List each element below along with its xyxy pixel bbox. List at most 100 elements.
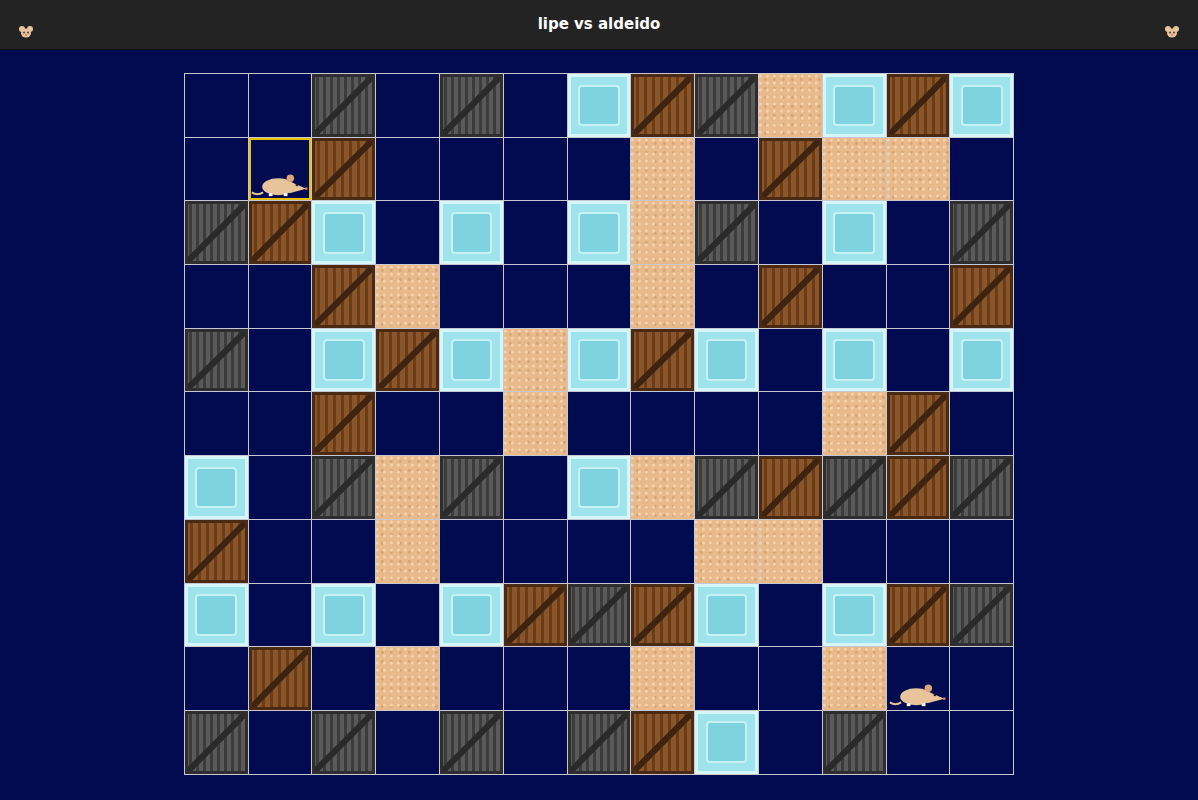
wood-cell[interactable] bbox=[887, 392, 950, 455]
empty-cell[interactable] bbox=[759, 201, 822, 264]
empty-cell[interactable] bbox=[376, 138, 439, 201]
steel-cell[interactable] bbox=[440, 456, 503, 519]
ice-cell[interactable] bbox=[185, 456, 248, 519]
steel-cell[interactable] bbox=[568, 711, 631, 774]
steel-cell[interactable] bbox=[695, 456, 758, 519]
sand-cell[interactable] bbox=[631, 201, 694, 264]
ice-cell[interactable] bbox=[695, 329, 758, 392]
wood-cell[interactable] bbox=[759, 456, 822, 519]
empty-cell[interactable] bbox=[312, 647, 375, 710]
steel-cell[interactable] bbox=[950, 456, 1013, 519]
empty-cell[interactable] bbox=[950, 138, 1013, 201]
ice-cell[interactable] bbox=[568, 329, 631, 392]
sand-cell[interactable] bbox=[759, 520, 822, 583]
ice-cell[interactable] bbox=[440, 329, 503, 392]
rat-cell[interactable] bbox=[887, 647, 950, 710]
empty-cell[interactable] bbox=[568, 392, 631, 455]
ice-cell[interactable] bbox=[312, 201, 375, 264]
sand-cell[interactable] bbox=[631, 647, 694, 710]
empty-cell[interactable] bbox=[887, 520, 950, 583]
sand-cell[interactable] bbox=[759, 74, 822, 137]
empty-cell[interactable] bbox=[568, 138, 631, 201]
empty-cell[interactable] bbox=[631, 392, 694, 455]
steel-cell[interactable] bbox=[823, 456, 886, 519]
sand-cell[interactable] bbox=[823, 392, 886, 455]
wood-cell[interactable] bbox=[249, 647, 312, 710]
empty-cell[interactable] bbox=[249, 74, 312, 137]
empty-cell[interactable] bbox=[440, 392, 503, 455]
ice-cell[interactable] bbox=[312, 329, 375, 392]
empty-cell[interactable] bbox=[249, 456, 312, 519]
empty-cell[interactable] bbox=[504, 74, 567, 137]
wood-cell[interactable] bbox=[504, 584, 567, 647]
empty-cell[interactable] bbox=[504, 520, 567, 583]
empty-cell[interactable] bbox=[504, 647, 567, 710]
ice-cell[interactable] bbox=[823, 584, 886, 647]
sand-cell[interactable] bbox=[631, 138, 694, 201]
empty-cell[interactable] bbox=[376, 584, 439, 647]
empty-cell[interactable] bbox=[759, 329, 822, 392]
sand-cell[interactable] bbox=[823, 138, 886, 201]
wood-cell[interactable] bbox=[185, 520, 248, 583]
empty-cell[interactable] bbox=[823, 520, 886, 583]
ice-cell[interactable] bbox=[695, 584, 758, 647]
empty-cell[interactable] bbox=[249, 711, 312, 774]
empty-cell[interactable] bbox=[376, 201, 439, 264]
empty-cell[interactable] bbox=[759, 647, 822, 710]
wood-cell[interactable] bbox=[759, 265, 822, 328]
steel-cell[interactable] bbox=[950, 584, 1013, 647]
empty-cell[interactable] bbox=[950, 520, 1013, 583]
empty-cell[interactable] bbox=[504, 456, 567, 519]
sand-cell[interactable] bbox=[695, 520, 758, 583]
ice-cell[interactable] bbox=[568, 74, 631, 137]
empty-cell[interactable] bbox=[440, 265, 503, 328]
wood-cell[interactable] bbox=[312, 138, 375, 201]
steel-cell[interactable] bbox=[185, 329, 248, 392]
empty-cell[interactable] bbox=[185, 265, 248, 328]
sand-cell[interactable] bbox=[376, 456, 439, 519]
wood-cell[interactable] bbox=[631, 711, 694, 774]
steel-cell[interactable] bbox=[568, 584, 631, 647]
empty-cell[interactable] bbox=[695, 265, 758, 328]
steel-cell[interactable] bbox=[440, 74, 503, 137]
empty-cell[interactable] bbox=[887, 265, 950, 328]
wood-cell[interactable] bbox=[249, 201, 312, 264]
empty-cell[interactable] bbox=[185, 647, 248, 710]
empty-cell[interactable] bbox=[504, 265, 567, 328]
empty-cell[interactable] bbox=[887, 329, 950, 392]
ice-cell[interactable] bbox=[185, 584, 248, 647]
sand-cell[interactable] bbox=[504, 392, 567, 455]
empty-cell[interactable] bbox=[695, 138, 758, 201]
ice-cell[interactable] bbox=[568, 456, 631, 519]
wood-cell[interactable] bbox=[312, 392, 375, 455]
empty-cell[interactable] bbox=[185, 138, 248, 201]
ice-cell[interactable] bbox=[568, 201, 631, 264]
empty-cell[interactable] bbox=[759, 392, 822, 455]
steel-cell[interactable] bbox=[312, 456, 375, 519]
wood-cell[interactable] bbox=[887, 74, 950, 137]
empty-cell[interactable] bbox=[312, 520, 375, 583]
empty-cell[interactable] bbox=[504, 138, 567, 201]
empty-cell[interactable] bbox=[249, 265, 312, 328]
empty-cell[interactable] bbox=[759, 711, 822, 774]
wood-cell[interactable] bbox=[312, 265, 375, 328]
sand-cell[interactable] bbox=[887, 138, 950, 201]
ice-cell[interactable] bbox=[440, 201, 503, 264]
steel-cell[interactable] bbox=[695, 74, 758, 137]
empty-cell[interactable] bbox=[568, 520, 631, 583]
steel-cell[interactable] bbox=[695, 201, 758, 264]
empty-cell[interactable] bbox=[631, 520, 694, 583]
empty-cell[interactable] bbox=[249, 392, 312, 455]
sand-cell[interactable] bbox=[376, 647, 439, 710]
empty-cell[interactable] bbox=[504, 711, 567, 774]
ice-cell[interactable] bbox=[312, 584, 375, 647]
sand-cell[interactable] bbox=[504, 329, 567, 392]
steel-cell[interactable] bbox=[950, 201, 1013, 264]
empty-cell[interactable] bbox=[249, 520, 312, 583]
wood-cell[interactable] bbox=[631, 74, 694, 137]
empty-cell[interactable] bbox=[440, 647, 503, 710]
ice-cell[interactable] bbox=[440, 584, 503, 647]
empty-cell[interactable] bbox=[249, 584, 312, 647]
empty-cell[interactable] bbox=[568, 265, 631, 328]
empty-cell[interactable] bbox=[185, 74, 248, 137]
